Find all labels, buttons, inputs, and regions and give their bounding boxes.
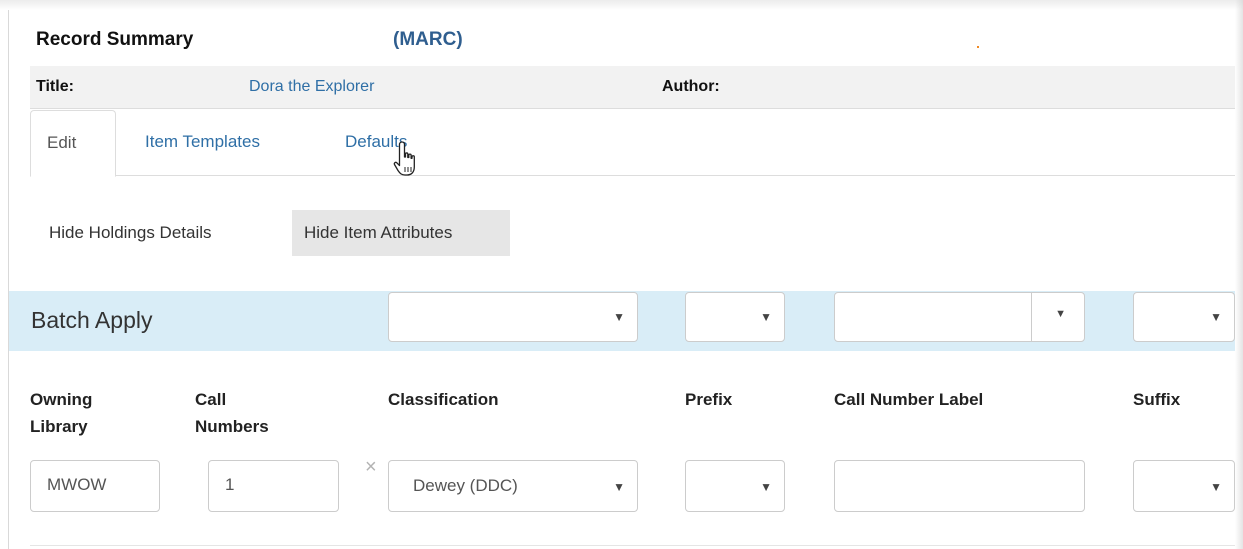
title-value-link[interactable]: Dora the Explorer (249, 78, 374, 96)
classification-select[interactable]: Dewey (DDC) ▼ (388, 460, 638, 512)
classification-value: Dewey (DDC) (413, 476, 518, 495)
marc-link[interactable]: (MARC) (393, 29, 463, 51)
prefix-header: Prefix (685, 390, 733, 409)
owning-library-header-line2: Library (30, 417, 88, 436)
call-numbers-header-line1: Call (195, 390, 227, 409)
call-numbers-input[interactable]: 1 (208, 460, 339, 512)
combobox-divider (1031, 293, 1032, 341)
record-summary-heading: Record Summary (36, 29, 194, 50)
prefix-select[interactable]: ▼ (685, 460, 785, 512)
chevron-down-icon: ▼ (613, 480, 625, 494)
caret-down-icon[interactable]: ▼ (1055, 308, 1066, 320)
classification-header: Classification (388, 390, 499, 409)
tab-item-templates[interactable]: Item Templates (129, 110, 276, 176)
batch-apply-title: Batch Apply (31, 307, 153, 333)
tab-edit[interactable]: Edit (30, 110, 116, 177)
owning-library-header: Owning Library (30, 386, 92, 440)
owning-library-input[interactable]: MWOW (30, 460, 160, 512)
row-divider (30, 545, 1235, 546)
hand-pointer-icon (393, 141, 415, 176)
call-number-label-header: Call Number Label (834, 390, 984, 409)
suffix-header: Suffix (1133, 390, 1181, 409)
owning-library-header-line1: Owning (30, 390, 93, 409)
chevron-down-icon: ▼ (1210, 310, 1222, 324)
right-shadow (1235, 0, 1243, 549)
call-number-label-input[interactable] (834, 460, 1085, 512)
holdings-editor-page: Record Summary (MARC) Title: Dora the Ex… (0, 0, 1243, 549)
record-info-bar: Title: Dora the Explorer Author: (30, 66, 1235, 109)
left-border (8, 10, 9, 549)
call-numbers-header: Call Numbers (195, 386, 269, 440)
batch-classification-select[interactable]: ▼ (388, 292, 638, 342)
hide-holdings-details-button[interactable]: Hide Holdings Details (37, 210, 224, 256)
hide-item-attributes-button[interactable]: Hide Item Attributes (292, 210, 510, 256)
editor-tabs: Edit Item Templates Defaults (30, 110, 1235, 177)
decorative-dot (977, 46, 979, 48)
top-shadow (0, 0, 1243, 10)
batch-call-number-label-combobox[interactable]: ▼ (834, 292, 1085, 342)
call-numbers-header-line2: Numbers (195, 417, 269, 436)
chevron-down-icon: ▼ (1210, 480, 1222, 494)
chevron-down-icon: ▼ (760, 310, 772, 324)
author-label: Author: (662, 78, 720, 95)
clear-icon[interactable]: × (365, 456, 377, 479)
suffix-select[interactable]: ▼ (1133, 460, 1235, 512)
batch-prefix-select[interactable]: ▼ (685, 292, 785, 342)
chevron-down-icon: ▼ (613, 310, 625, 324)
batch-suffix-select[interactable]: ▼ (1133, 292, 1235, 342)
title-label: Title: (36, 78, 74, 95)
chevron-down-icon: ▼ (760, 480, 772, 494)
